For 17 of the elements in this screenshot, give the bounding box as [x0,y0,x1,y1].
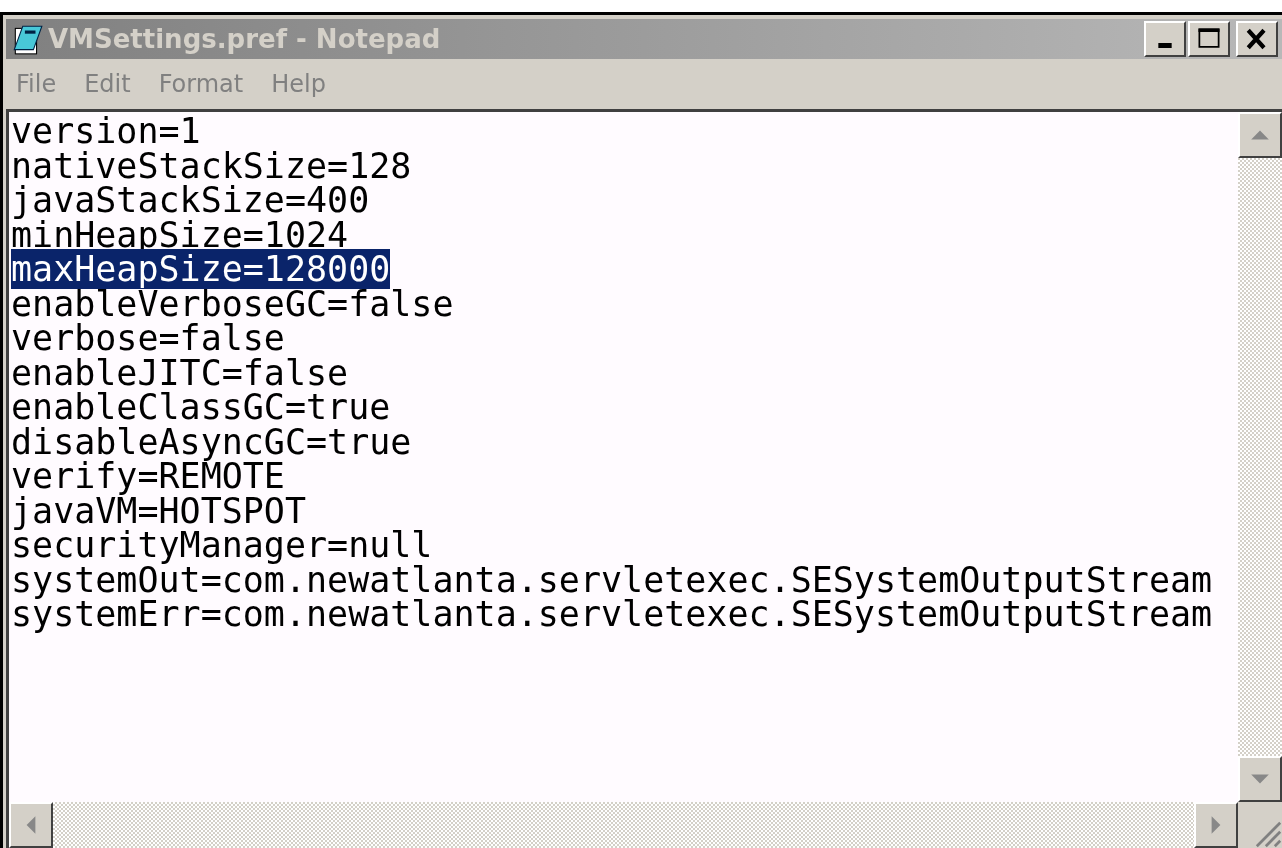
window-title: VMSettings.pref - Notepad [48,24,441,54]
menu-item[interactable]: File [16,70,57,98]
menu-item[interactable]: Format [158,70,244,98]
scroll-up-button[interactable] [1238,112,1282,158]
vertical-scrollbar[interactable] [1238,112,1282,802]
menu-item[interactable]: Help [271,70,326,98]
menu-item[interactable]: Edit [84,70,131,98]
scroll-right-button[interactable] [1194,802,1238,848]
close-button[interactable] [1236,21,1278,57]
resize-grip[interactable] [1238,802,1282,848]
scroll-down-button[interactable] [1238,756,1282,802]
minimize-button[interactable] [1144,21,1186,57]
scroll-left-button[interactable] [9,802,53,848]
text-editor[interactable] [9,112,1238,802]
minimize-icon [1158,42,1172,48]
maximize-button[interactable] [1188,21,1230,57]
horizontal-scrollbar[interactable] [9,802,1238,848]
